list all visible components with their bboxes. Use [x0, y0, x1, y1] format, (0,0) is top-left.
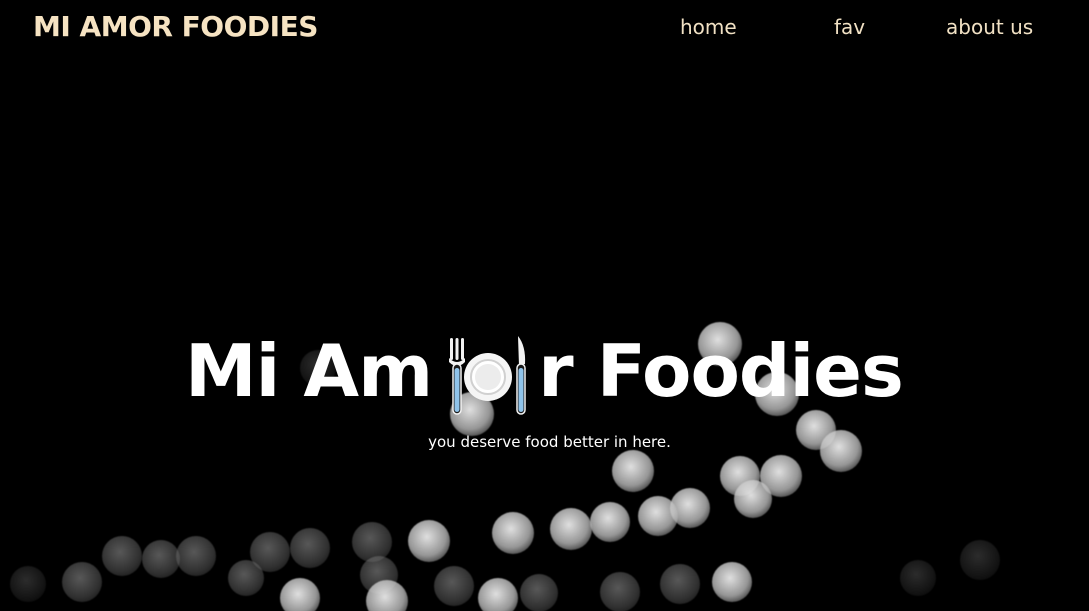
bokeh-light [590, 502, 630, 542]
bokeh-light [960, 540, 1000, 580]
bokeh-light [290, 528, 330, 568]
bokeh-light [600, 572, 640, 611]
hero-title: Mi Am r Foodies [185, 326, 904, 418]
bokeh-light [434, 566, 474, 606]
bokeh-light [638, 496, 678, 536]
plate-with-cutlery-icon [446, 332, 530, 418]
bokeh-light [360, 556, 398, 594]
navbar: MI AMOR FOODIES home fav about us [0, 0, 1089, 56]
bokeh-light [142, 540, 180, 578]
bokeh-light [478, 578, 518, 611]
bokeh-light [660, 564, 700, 604]
bokeh-light [670, 488, 710, 528]
hero-title-start: Mi Am [185, 329, 433, 413]
bokeh-light [900, 560, 936, 596]
hero-subtitle: you deserve food better in here. [428, 433, 671, 451]
nav-link-about-us[interactable]: about us [946, 15, 1033, 39]
bokeh-light [250, 532, 290, 572]
bokeh-light [720, 456, 760, 496]
bokeh-light [176, 536, 216, 576]
bokeh-light [550, 508, 592, 550]
bokeh-light [734, 480, 772, 518]
bokeh-light [10, 566, 46, 602]
nav-link-home[interactable]: home [680, 15, 737, 39]
bokeh-light [352, 522, 392, 562]
bokeh-light [520, 574, 558, 611]
bokeh-light [366, 580, 408, 611]
nav-link-fav[interactable]: fav [834, 15, 865, 39]
landing-page: MI AMOR FOODIES home fav about us Mi Am [0, 0, 1089, 611]
bokeh-background [0, 0, 1089, 611]
hero-title-end: r Foodies [538, 329, 904, 413]
bokeh-light [102, 536, 142, 576]
bokeh-light [408, 520, 450, 562]
bokeh-light [228, 560, 264, 596]
bokeh-light [712, 562, 752, 602]
brand-logo[interactable]: MI AMOR FOODIES [33, 10, 318, 43]
bokeh-light [760, 455, 802, 497]
bokeh-light [62, 562, 102, 602]
bokeh-light [280, 578, 320, 611]
bokeh-light [492, 512, 534, 554]
bokeh-light [612, 450, 654, 492]
